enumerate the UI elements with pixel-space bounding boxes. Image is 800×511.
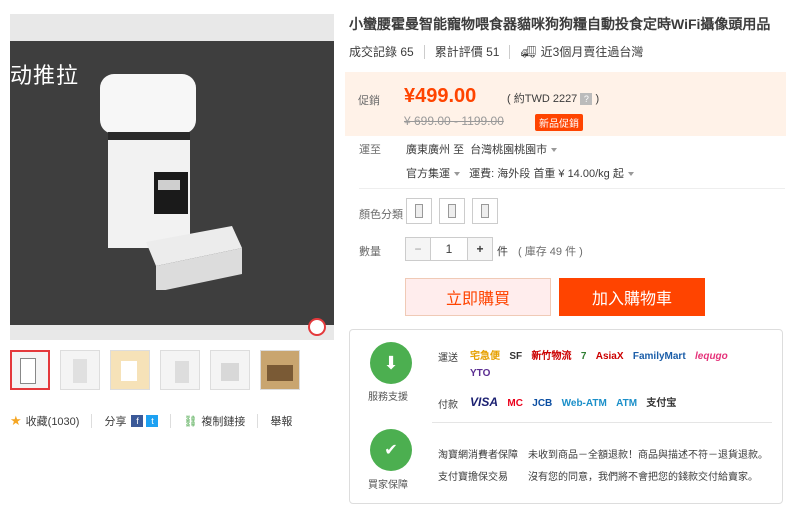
price-box: 促銷 ¥499.00 ( 約TWD 2227 ? ) ¥ 699.00 - 11…	[345, 72, 786, 136]
destination-select[interactable]: 台灣桃園桃園市	[470, 144, 547, 156]
payment-logo: 支付宝	[646, 398, 677, 409]
delivery-label: 運送	[438, 353, 458, 364]
payment-logo: MC	[507, 398, 523, 409]
delivery-logos: 宅急便 SF 新竹物流 7 AsiaX FamilyMart lequgo	[470, 347, 780, 362]
divider	[359, 188, 785, 189]
method-select[interactable]: 官方集運	[406, 168, 450, 180]
buy-now-button[interactable]: 立即購買	[405, 278, 551, 316]
original-price: ¥ 699.00 - 1199.00	[404, 114, 504, 128]
thumbnail[interactable]	[10, 350, 50, 390]
twitter-icon[interactable]: t	[146, 415, 159, 427]
divider	[170, 414, 172, 428]
delivery-logo: FamilyMart	[632, 351, 686, 362]
increment-button[interactable]: +	[468, 238, 492, 260]
delivery-logo: YTO	[470, 368, 491, 379]
thumbnail[interactable]	[60, 350, 100, 390]
divider	[423, 44, 425, 59]
share-label: 分享	[104, 416, 127, 428]
promo-badge: 新品促銷	[535, 114, 583, 131]
shipping-note: 近3個月賣往過台灣	[540, 45, 644, 59]
support-icon: ⬇	[370, 342, 412, 384]
image-caption: 动推拉	[10, 64, 80, 89]
quantity-input[interactable]: 1	[430, 238, 468, 260]
decrement-button[interactable]: −	[406, 238, 430, 260]
guarantee-title: 淘寶網消費者保障	[438, 450, 518, 461]
promo-label: 促銷	[358, 95, 380, 107]
copy-link[interactable]: 複制鏈接	[201, 413, 245, 429]
shield-icon: ✔	[370, 429, 412, 471]
divider	[432, 422, 772, 423]
delivery-logo: 7	[580, 351, 587, 362]
chevron-down-icon	[551, 148, 558, 153]
payment-logo: Web-ATM	[561, 398, 607, 409]
color-options	[406, 198, 498, 224]
delivery-logo: lequgo	[695, 351, 728, 362]
quantity-unit: 件	[497, 246, 508, 258]
favorite-link[interactable]: 收藏(1030)	[26, 413, 80, 429]
payment-label: 付款	[438, 400, 458, 411]
delivery-logo: SF	[509, 351, 523, 362]
stats-bar: 成交記錄 65 累計評價 51 🚚︎ 近3個月賣往過台灣	[349, 43, 643, 60]
divider	[91, 414, 93, 428]
twd-prefix: ( 約TWD	[507, 93, 550, 105]
chevron-down-icon	[454, 172, 460, 177]
guarantee-text: 未收到商品－全額退款！商品與描述不符－退貨退款。	[528, 450, 768, 461]
payment-logo: ATM	[616, 398, 638, 409]
product-title: 小蠻腰霍曼智能寵物喂食器貓咪狗狗糧自動投食定時WiFi攝像頭用品	[349, 16, 771, 32]
delivery-logo: 新竹物流	[531, 351, 572, 362]
twd-price: ( 約TWD 2227 ? )	[507, 90, 599, 106]
color-swatch[interactable]	[406, 198, 432, 224]
reviews-label: 累計評價	[434, 45, 483, 59]
no-entry-icon	[308, 318, 326, 336]
guarantee-label: 買家保障	[368, 480, 408, 491]
report-link[interactable]: 舉報	[270, 413, 292, 429]
thumbnail[interactable]	[260, 350, 300, 390]
quantity-stepper: − 1 +	[405, 237, 493, 261]
service-box: ⬇ 服務支援 運送 宅急便 SF 新竹物流 7 AsiaX FamilyMart…	[349, 329, 783, 504]
color-label: 顏色分類	[359, 209, 403, 221]
help-icon[interactable]: ?	[580, 93, 593, 105]
quantity-label: 數量	[359, 246, 381, 258]
star-icon: ★	[10, 413, 22, 428]
color-swatch[interactable]	[472, 198, 498, 224]
twd-value: 2227	[552, 93, 578, 105]
ship-from: 廣東廣州	[406, 144, 450, 156]
link-icon: ⛓	[183, 415, 198, 428]
main-product-image[interactable]: 动推拉	[10, 14, 334, 340]
payment-logo: JCB	[532, 398, 553, 409]
delivery-logo: AsiaX	[595, 351, 624, 362]
delivery-logo: 宅急便	[470, 351, 500, 362]
shipping-fee[interactable]: 運費: 海外段 首重 ¥ 14.00/kg 起	[469, 168, 624, 180]
payment-logo: VISA	[470, 395, 499, 409]
add-to-cart-button[interactable]: 加入購物車	[559, 278, 705, 316]
thumbnail[interactable]	[110, 350, 150, 390]
product-actions: ★ 收藏(1030) 分享 f t ⛓ 複制鏈接 舉報	[10, 413, 292, 429]
deals-value: 65	[400, 44, 414, 59]
facebook-icon[interactable]: f	[131, 415, 144, 427]
divider	[257, 414, 259, 428]
ship-to-word: 至	[453, 144, 465, 156]
support-label: 服務支援	[368, 392, 408, 403]
truck-icon: 🚚︎	[520, 44, 536, 59]
twd-suffix: )	[595, 93, 600, 105]
thumbnail-strip	[10, 350, 300, 390]
thumbnail[interactable]	[160, 350, 200, 390]
chevron-down-icon	[627, 172, 634, 177]
thumbnail[interactable]	[210, 350, 250, 390]
feeder-illustration	[100, 74, 242, 290]
payment-logos: VISA MC JCB Web-ATM ATM 支付宝	[470, 394, 780, 409]
color-swatch[interactable]	[439, 198, 465, 224]
deals-label: 成交記錄	[349, 45, 398, 59]
guarantee-text: 沒有您的同意，我們將不會把您的錢款交付給賣家。	[528, 472, 758, 483]
stock-info: ( 庫存 49 件 )	[518, 246, 583, 258]
divider	[509, 44, 511, 59]
reviews-value: 51	[486, 44, 500, 59]
shipping-route: 廣東廣州 至 台灣桃園桃園市	[406, 141, 558, 157]
guarantee-title: 支付寶擔保交易	[438, 472, 508, 483]
current-price: ¥499.00	[404, 85, 477, 107]
shipping-method: 官方集運 運費: 海外段 首重 ¥ 14.00/kg 起	[406, 165, 634, 181]
shipping-label: 運至	[359, 144, 381, 156]
